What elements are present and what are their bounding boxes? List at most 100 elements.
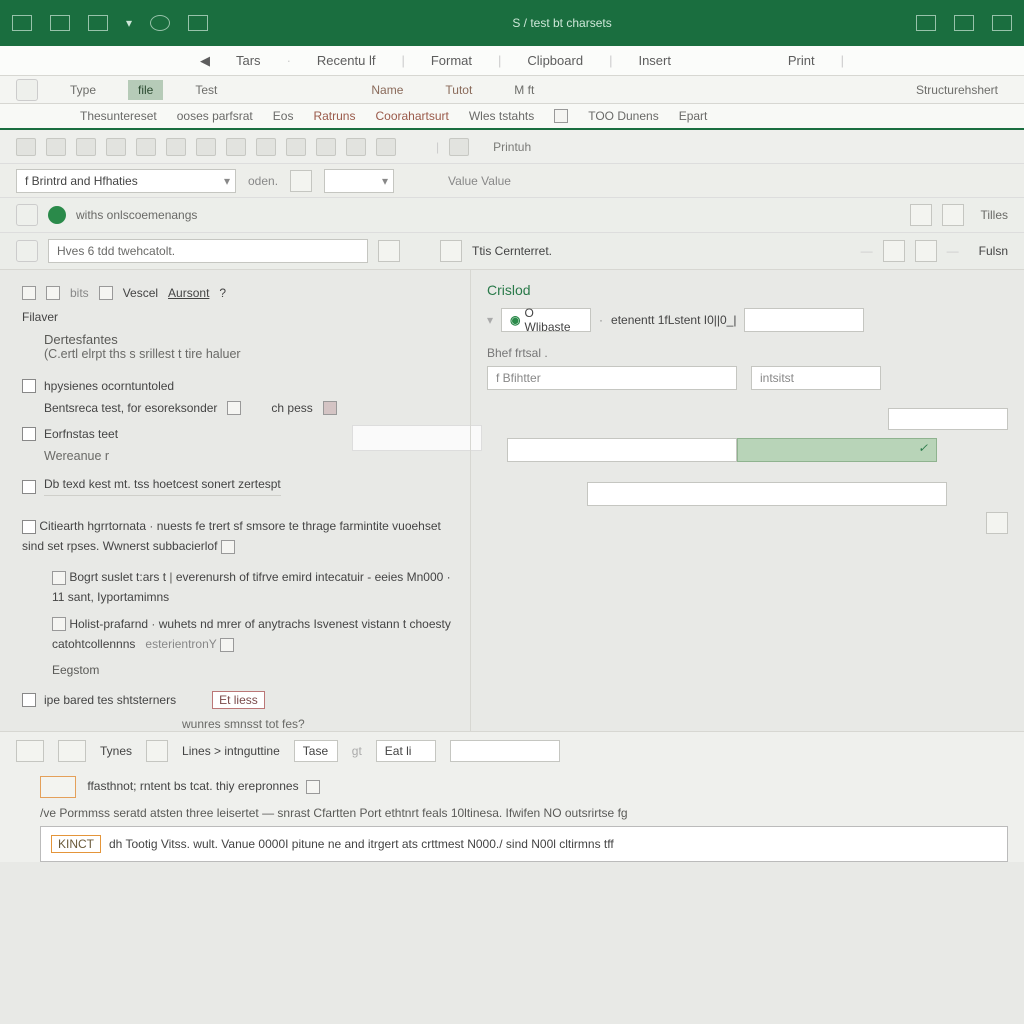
tool-icon[interactable] xyxy=(166,138,186,156)
row4-btn[interactable] xyxy=(883,240,905,262)
tool-icon[interactable] xyxy=(136,138,156,156)
expand-icon[interactable]: ▾ xyxy=(487,313,493,327)
tab-type[interactable]: Type xyxy=(60,80,106,100)
row4-icon[interactable] xyxy=(16,240,38,262)
footer-field[interactable] xyxy=(450,740,560,762)
row4: Ttis Cernterret. — — Fulsn xyxy=(0,233,1024,270)
refresh-icon[interactable] xyxy=(150,15,170,31)
minimize-icon[interactable] xyxy=(916,15,936,31)
aux-input[interactable] xyxy=(888,408,1008,430)
tab-tutor[interactable]: Tutot xyxy=(435,80,482,100)
menu-clipboard[interactable]: Clipboard xyxy=(527,53,583,68)
corner-btn[interactable] xyxy=(986,512,1008,534)
tool-icon[interactable] xyxy=(196,138,216,156)
tab-test[interactable]: Test xyxy=(185,80,227,100)
tool-icon[interactable] xyxy=(106,138,126,156)
checkbox-c4[interactable] xyxy=(22,520,36,534)
row3-btn[interactable] xyxy=(942,204,964,226)
tab2-6[interactable]: TOO Dunens xyxy=(588,109,658,123)
tool-icon[interactable] xyxy=(76,138,96,156)
app-icon[interactable] xyxy=(12,15,32,31)
row4-btn[interactable] xyxy=(378,240,400,262)
format-combo[interactable]: f Brintrd and Hfhaties ▾ xyxy=(16,169,236,193)
help-icon[interactable]: ? xyxy=(219,286,226,300)
b2-icon[interactable] xyxy=(52,617,66,631)
tb-icon-3[interactable] xyxy=(88,15,108,31)
msg1-icon[interactable] xyxy=(306,780,320,794)
footer-types[interactable]: Tynes xyxy=(100,744,132,758)
tab2-icon[interactable] xyxy=(554,109,568,123)
tool-icon[interactable] xyxy=(16,138,36,156)
tool-icon[interactable] xyxy=(449,138,469,156)
tool-icon[interactable] xyxy=(256,138,276,156)
hdr-vescel[interactable]: Vescel xyxy=(123,286,158,300)
tb-dropdown-icon[interactable]: ▾ xyxy=(126,16,132,30)
menu-print[interactable]: Print xyxy=(788,53,815,68)
panel-icon[interactable] xyxy=(46,286,60,300)
checkbox-c5[interactable] xyxy=(22,693,36,707)
combo-row: f Brintrd and Hfhaties ▾ oden. ▾ Value V… xyxy=(0,164,1024,198)
c4-endicon[interactable] xyxy=(221,540,235,554)
row4-btn[interactable] xyxy=(440,240,462,262)
footer-lines[interactable]: Lines > intnguttine xyxy=(182,744,280,758)
tab-home-icon[interactable] xyxy=(16,79,38,101)
tab2-3[interactable]: Ratruns xyxy=(313,109,355,123)
panel-icon[interactable] xyxy=(99,286,113,300)
panel-icon[interactable] xyxy=(22,286,36,300)
footer-icon[interactable] xyxy=(58,740,86,762)
tab-structure[interactable]: Structurehshert xyxy=(906,80,1008,100)
size-combo[interactable]: ▾ xyxy=(324,169,394,193)
menu-tabs[interactable]: Tars xyxy=(236,53,261,68)
c1-icon2[interactable] xyxy=(323,401,337,415)
tool-icon[interactable] xyxy=(316,138,336,156)
tool-icon[interactable] xyxy=(46,138,66,156)
row3-btn[interactable] xyxy=(910,204,932,226)
row3-icon[interactable] xyxy=(16,204,38,226)
menu-format[interactable]: Format xyxy=(431,53,472,68)
nav-prev-icon[interactable]: ◀ xyxy=(200,53,210,69)
b1-icon[interactable] xyxy=(52,571,66,585)
kinct-button[interactable]: KINCT xyxy=(51,835,101,853)
tab-name[interactable]: Name xyxy=(361,80,413,100)
footer-icon[interactable] xyxy=(146,740,168,762)
mini-btn[interactable] xyxy=(290,170,312,192)
db-field[interactable]: ◉ O Wlibaste xyxy=(501,308,591,332)
tb-icon-2[interactable] xyxy=(50,15,70,31)
tab2-1[interactable]: ooses parfsrat xyxy=(177,109,253,123)
footer-icon[interactable] xyxy=(16,740,44,762)
filter-input-1[interactable] xyxy=(487,366,737,390)
row4-btn[interactable] xyxy=(915,240,937,262)
progress-input[interactable] xyxy=(507,438,737,462)
c5-sub: wunres smnsst tot fes? xyxy=(182,717,458,731)
tab2-5[interactable]: Wles tstahts xyxy=(469,109,534,123)
tab2-7[interactable]: Epart xyxy=(679,109,708,123)
hdr-aursont[interactable]: Aursont xyxy=(168,286,209,300)
tool-icon[interactable] xyxy=(226,138,246,156)
long-input[interactable] xyxy=(587,482,947,506)
c1-icon[interactable] xyxy=(227,401,241,415)
tab-mft[interactable]: M ft xyxy=(504,80,544,100)
checkbox-c3[interactable] xyxy=(22,480,36,494)
tool-icon[interactable] xyxy=(346,138,366,156)
b2-endicon[interactable] xyxy=(220,638,234,652)
tab-file-active[interactable]: file xyxy=(128,80,163,100)
tab2-2[interactable]: Eos xyxy=(273,109,294,123)
tab2-0[interactable]: Thesuntereset xyxy=(80,109,157,123)
tool-icon[interactable] xyxy=(376,138,396,156)
checkbox-c2[interactable] xyxy=(22,427,36,441)
close-icon[interactable] xyxy=(992,15,1012,31)
c5-button[interactable]: Et liess xyxy=(212,691,265,709)
maximize-icon[interactable] xyxy=(954,15,974,31)
eatii-field[interactable]: Eat li xyxy=(376,740,436,762)
tab2-4[interactable]: Coorahartsurt xyxy=(375,109,448,123)
checkbox-c1[interactable] xyxy=(22,379,36,393)
menu-recent[interactable]: Recentu lf xyxy=(317,53,376,68)
tool-icon[interactable] xyxy=(286,138,306,156)
text-input[interactable] xyxy=(48,239,368,263)
filter-input-2[interactable] xyxy=(751,366,881,390)
tase-field[interactable]: Tase xyxy=(294,740,338,762)
tb-icon-5[interactable] xyxy=(188,15,208,31)
menu-insert[interactable]: Insert xyxy=(638,53,671,68)
db-input[interactable] xyxy=(744,308,864,332)
sep: | xyxy=(841,53,844,68)
